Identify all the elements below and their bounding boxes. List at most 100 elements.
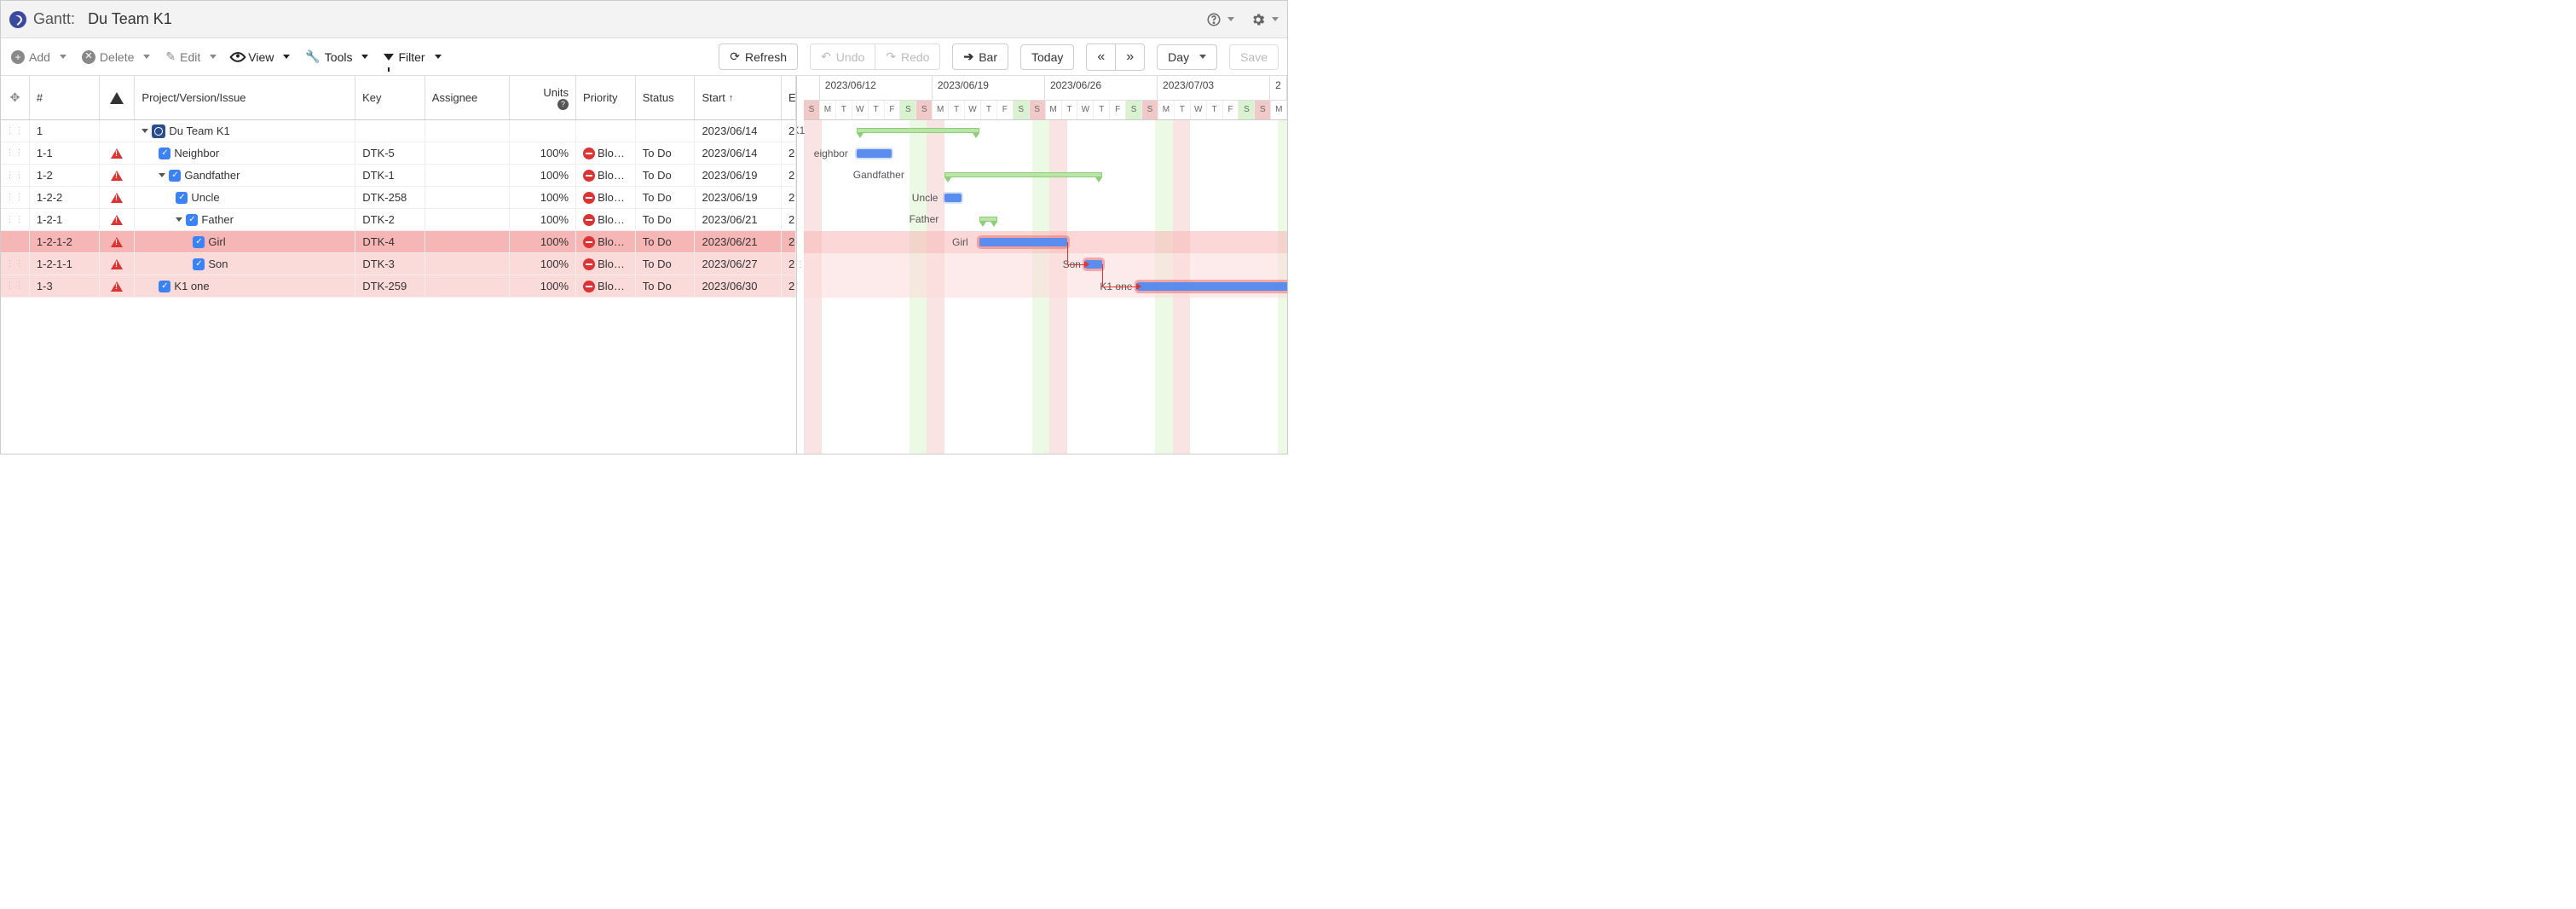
- table-row[interactable]: ⋮⋮1-2-1FatherDTK-2100%Blo…To Do2023/06/2…: [1, 209, 796, 231]
- settings-menu-chevron-icon[interactable]: [1272, 17, 1279, 21]
- filter-button[interactable]: Filter: [382, 47, 442, 67]
- add-button[interactable]: + Add: [9, 47, 68, 67]
- settings-icon[interactable]: [1250, 11, 1267, 28]
- gantt-parent-bar[interactable]: [979, 217, 997, 222]
- undo-button[interactable]: ↶ Undo: [810, 43, 875, 70]
- timeline-day-label: M: [1158, 101, 1175, 119]
- refresh-button[interactable]: ⟳ Refresh: [719, 43, 798, 70]
- drag-handle[interactable]: ⋮⋮: [1, 142, 30, 164]
- cell-status: To Do: [636, 165, 696, 186]
- timeline-day-label: W: [852, 101, 869, 119]
- tools-button[interactable]: 🔧 Tools: [303, 46, 370, 67]
- gantt-parent-bar[interactable]: [857, 128, 979, 133]
- nav-prev-button[interactable]: [1086, 43, 1116, 71]
- help-icon[interactable]: [1205, 11, 1222, 28]
- drag-handle[interactable]: ⋮⋮: [1, 253, 30, 275]
- cell-assignee: [425, 253, 511, 275]
- table-row[interactable]: ⋮⋮1-1NeighborDTK-5100%Blo…To Do2023/06/1…: [1, 142, 796, 165]
- cell-start: 2023/06/21: [696, 209, 783, 230]
- cell-end: 2: [782, 187, 796, 208]
- col-number[interactable]: #: [30, 76, 100, 119]
- row-name: Du Team K1: [169, 124, 229, 137]
- help-menu-chevron-icon[interactable]: [1227, 17, 1234, 21]
- gantt-task-bar[interactable]: [979, 238, 1067, 246]
- cell-end: 2: [782, 253, 796, 275]
- timeline-day-label: M: [820, 101, 836, 119]
- expander-icon[interactable]: [159, 173, 165, 177]
- dependency-arrow: [1067, 264, 1085, 265]
- cell-name[interactable]: Father: [135, 209, 355, 230]
- cell-end: 2: [782, 209, 796, 230]
- cell-name[interactable]: Girl: [135, 231, 355, 252]
- drag-handle[interactable]: ⋮⋮: [1, 120, 30, 142]
- table-row[interactable]: ⋮⋮1-2-2UncleDTK-258100%Blo…To Do2023/06/…: [1, 187, 796, 209]
- cell-end: 2: [782, 142, 796, 164]
- app-logo-icon: [9, 11, 26, 28]
- cell-start: 2023/06/21: [695, 231, 782, 252]
- chevron-down-icon: [283, 55, 290, 59]
- drag-handle[interactable]: ⋮⋮: [1, 275, 30, 297]
- drag-handle[interactable]: ⋮⋮: [1, 209, 30, 230]
- timeline-body[interactable]: eam K1eighborGandfatherUncleFatherGirlSo…: [804, 120, 1287, 454]
- col-warning[interactable]: [100, 76, 136, 119]
- cell-name[interactable]: Son: [135, 253, 355, 275]
- expander-icon[interactable]: [142, 129, 148, 133]
- timeline-week-label: 2023/07/03: [1158, 76, 1270, 100]
- delete-button[interactable]: ✕ Delete: [80, 47, 152, 67]
- gantt-task-bar[interactable]: [944, 194, 962, 202]
- col-units[interactable]: Units ?: [510, 76, 576, 119]
- gantt-task-bar[interactable]: [1137, 282, 1287, 291]
- cell-units: 100%: [510, 231, 576, 252]
- drag-handle[interactable]: ⋮⋮: [1, 165, 30, 186]
- timeline-day-label: T: [949, 101, 965, 119]
- cell-priority: Blo…: [576, 142, 636, 164]
- bar-button[interactable]: ➔ Bar: [952, 43, 1008, 70]
- warning-icon: [111, 259, 123, 269]
- save-button[interactable]: Save: [1229, 44, 1279, 70]
- table-row[interactable]: ⋮⋮1Du Team K12023/06/142: [1, 120, 796, 142]
- drag-handle[interactable]: ⋮⋮: [1, 187, 30, 208]
- table-row[interactable]: ⋮⋮1-3K1 oneDTK-259100%Blo…To Do2023/06/3…: [1, 275, 796, 298]
- col-assignee[interactable]: Assignee: [425, 76, 511, 119]
- table-row[interactable]: ⋮⋮1-2GandfatherDTK-1100%Blo…To Do2023/06…: [1, 165, 796, 187]
- cell-warning: [100, 120, 136, 142]
- drag-dots-icon: ⋮⋮: [5, 259, 24, 269]
- col-priority[interactable]: Priority: [576, 76, 636, 119]
- drag-handle[interactable]: ⋮⋮: [1, 231, 30, 252]
- cell-name[interactable]: Du Team K1: [135, 120, 355, 142]
- gantt-parent-bar[interactable]: [944, 172, 1102, 177]
- bar-label: Bar: [979, 50, 997, 64]
- cell-name[interactable]: Neighbor: [135, 142, 355, 164]
- cell-name[interactable]: Uncle: [135, 187, 355, 208]
- add-label: Add: [29, 50, 50, 64]
- drag-dots-icon: ⋮⋮: [5, 193, 24, 202]
- col-key[interactable]: Key: [355, 76, 425, 119]
- col-key-label: Key: [362, 91, 381, 104]
- drag-dots-icon: ⋮⋮: [5, 237, 24, 246]
- table-row[interactable]: ⋮⋮1-2-1-2GirlDTK-4100%Blo…To Do2023/06/2…: [1, 231, 796, 253]
- table-row[interactable]: ⋮⋮1-2-1-1SonDTK-3100%Blo…To Do2023/06/27…: [1, 253, 796, 275]
- cell-name[interactable]: Gandfather: [135, 165, 355, 186]
- drag-dots-icon: ⋮⋮: [5, 281, 24, 291]
- scale-button[interactable]: Day: [1157, 44, 1217, 70]
- cell-name[interactable]: K1 one: [135, 275, 355, 297]
- cell-priority: Blo…: [576, 231, 636, 252]
- nav-next-button[interactable]: [1115, 43, 1145, 71]
- col-drag[interactable]: ✥: [1, 76, 30, 119]
- help-circle-icon[interactable]: ?: [557, 99, 569, 110]
- col-end[interactable]: E: [782, 76, 796, 119]
- cell-end: 2: [782, 275, 796, 297]
- view-button[interactable]: View: [230, 47, 292, 67]
- redo-button[interactable]: ↷ Redo: [875, 43, 940, 70]
- cell-start: 2023/06/19: [695, 165, 782, 186]
- cell-start: 2023/06/19: [696, 187, 783, 208]
- col-start[interactable]: Start ↑: [695, 76, 782, 119]
- col-status[interactable]: Status: [636, 76, 696, 119]
- gantt-task-bar[interactable]: [857, 149, 892, 158]
- col-name[interactable]: Project/Version/Issue: [135, 76, 355, 119]
- tools-label: Tools: [325, 50, 353, 64]
- expander-icon[interactable]: [176, 217, 182, 222]
- row-name: Girl: [208, 235, 225, 248]
- edit-button[interactable]: ✎ Edit: [164, 46, 218, 67]
- today-button[interactable]: Today: [1020, 44, 1074, 70]
